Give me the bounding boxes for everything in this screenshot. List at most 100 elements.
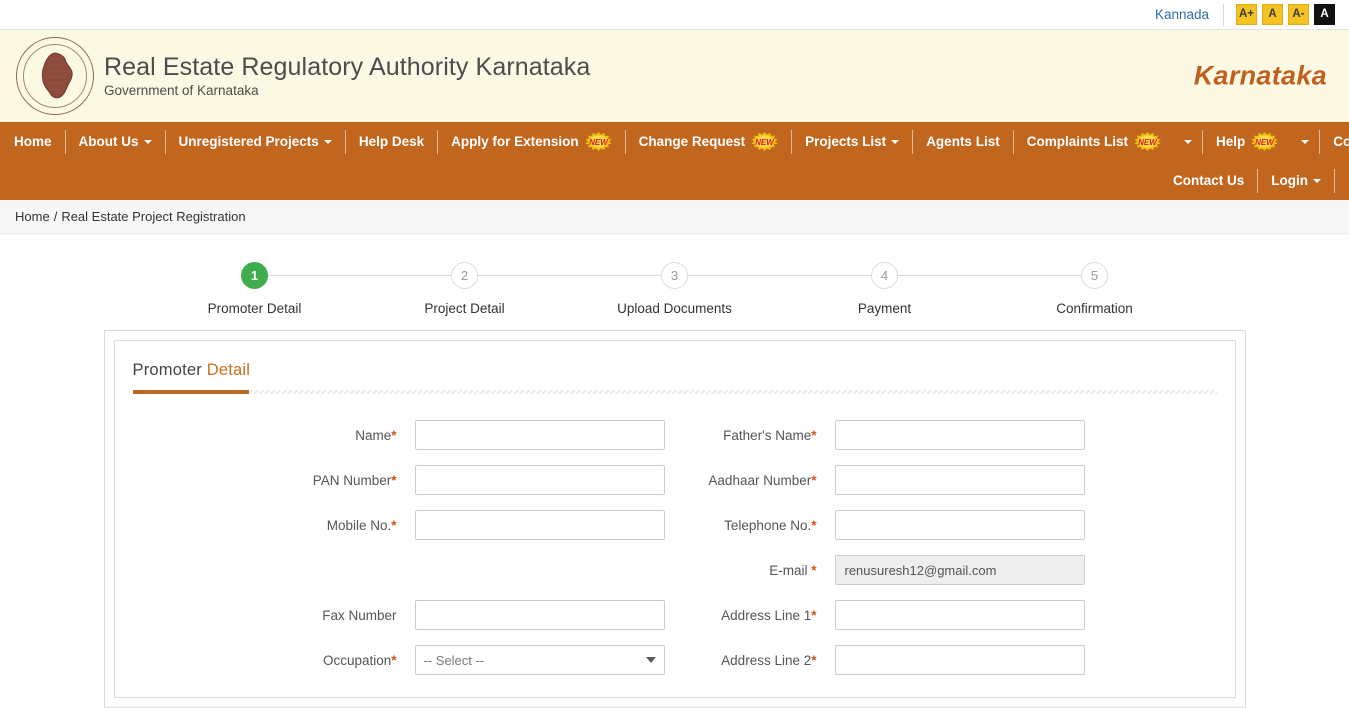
- email-field-label: E-mail *: [675, 563, 835, 578]
- pan-number-field[interactable]: [415, 465, 665, 495]
- fathers-name-field-row: Father's Name*: [675, 416, 1217, 454]
- fax-number-field-row: Fax Number: [133, 596, 675, 634]
- nav-item-label: Login: [1271, 173, 1308, 188]
- field-label-text: Aadhaar Number: [708, 473, 811, 488]
- nav-item-help-desk[interactable]: Help Desk: [346, 130, 438, 154]
- telephone-no-field-row: Telephone No.*: [675, 506, 1217, 544]
- site-subtitle: Government of Karnataka: [104, 83, 590, 98]
- nav-item-unregistered-projects[interactable]: Unregistered Projects: [166, 130, 346, 154]
- nav-item-projects-list[interactable]: Projects List: [792, 130, 913, 154]
- address-line-1-field-label: Address Line 1*: [675, 608, 835, 623]
- registration-stepper: 1 Promoter Detail 2Project Detail 3 Upload D…: [150, 262, 1200, 316]
- step-upload-documents[interactable]: 3 Upload Documents: [570, 262, 780, 316]
- step-promoter-detail[interactable]: 1 Promoter Detail: [150, 262, 360, 316]
- mobile-no-field-row: Mobile No.*: [133, 506, 675, 544]
- step-label: Payment: [858, 301, 911, 316]
- address-line-1-field[interactable]: [835, 600, 1085, 630]
- occupation-select-row: Occupation*-- Select --: [133, 641, 675, 679]
- address-line-1-field-row: Address Line 1*: [675, 596, 1217, 634]
- nav-item-contact-us[interactable]: Contact Us: [1173, 169, 1258, 193]
- occupation-select-label: Occupation*: [133, 653, 415, 668]
- nav-item-apply-for-extension[interactable]: Apply for ExtensionNEW: [438, 130, 626, 154]
- nav-dropdown-toggle-help[interactable]: [1291, 130, 1320, 154]
- mobile-no-field-label: Mobile No.*: [133, 518, 415, 533]
- panel-title-plain: Promoter: [133, 361, 202, 379]
- step-number-badge: 3: [661, 262, 688, 289]
- font-increase-button[interactable]: A+: [1236, 4, 1257, 25]
- promoter-detail-outer-card: Promoter Detail Name*Father's Name*PAN N…: [104, 330, 1246, 708]
- required-marker: *: [811, 428, 816, 443]
- step-payment[interactable]: 4 Payment: [780, 262, 990, 316]
- panel-title: Promoter Detail: [133, 361, 1217, 380]
- aadhaar-number-field[interactable]: [835, 465, 1085, 495]
- nav-item-change-request[interactable]: Change Request NEW: [626, 130, 793, 154]
- svg-text:NEW: NEW: [1138, 138, 1158, 147]
- nav-item-label: Help: [1216, 134, 1245, 149]
- nav-item-label: Projects List: [805, 134, 886, 149]
- field-label-text: E-mail: [769, 563, 811, 578]
- nav-item-complaints-list[interactable]: Complaints ListNEW: [1014, 130, 1174, 154]
- nav-item-label: Contact Us: [1173, 173, 1244, 188]
- step-number-badge: 2: [451, 262, 478, 289]
- new-badge-icon: NEW: [751, 132, 778, 151]
- nav-item-home[interactable]: Home: [14, 130, 66, 154]
- font-size-controls: A+AA-A: [1236, 4, 1335, 25]
- nav-item-label: About Us: [79, 134, 139, 149]
- state-label: Karnataka: [1194, 61, 1327, 92]
- chevron-down-icon: [891, 140, 899, 144]
- font-decrease-button[interactable]: A-: [1288, 4, 1309, 25]
- promoter-detail-form: Name*Father's Name*PAN Number*Aadhaar Nu…: [133, 416, 1217, 679]
- email-field-row: E-mail *: [675, 551, 1217, 589]
- required-marker: *: [391, 653, 396, 668]
- field-label-text: Name: [355, 428, 391, 443]
- nav-item-label: Change Request: [639, 134, 746, 149]
- step-project-detail[interactable]: 2Project Detail: [360, 262, 570, 316]
- name-field-label: Name*: [133, 428, 415, 443]
- svg-text:NEW: NEW: [589, 138, 609, 147]
- breadcrumb-home-link[interactable]: Home: [15, 209, 50, 224]
- chevron-down-icon: [1184, 140, 1192, 144]
- nav-dropdown-toggle-complaints-list[interactable]: [1174, 130, 1203, 154]
- font-normal-button[interactable]: A: [1262, 4, 1283, 25]
- language-kannada-link[interactable]: Kannada: [1155, 7, 1209, 22]
- aadhaar-number-field-row: Aadhaar Number*: [675, 461, 1217, 499]
- nav-item-about-us[interactable]: About Us: [66, 130, 166, 154]
- nav-item-login[interactable]: Login: [1258, 169, 1335, 193]
- form-card-wrap: Promoter Detail Name*Father's Name*PAN N…: [0, 330, 1349, 708]
- nav-item-label: Agents List: [926, 134, 1000, 149]
- step-number-badge: 5: [1081, 262, 1108, 289]
- email-field[interactable]: [835, 555, 1085, 585]
- chevron-down-icon: [1301, 140, 1309, 144]
- nav-item-help[interactable]: HelpNEW: [1203, 130, 1291, 154]
- step-number-badge: 4: [871, 262, 898, 289]
- nav-item-agents-list[interactable]: Agents List: [913, 130, 1014, 154]
- high-contrast-button[interactable]: A: [1314, 4, 1335, 25]
- address-line-2-field[interactable]: [835, 645, 1085, 675]
- aadhaar-number-field-label: Aadhaar Number*: [675, 473, 835, 488]
- required-marker: *: [811, 473, 816, 488]
- field-label-text: Fax Number: [322, 608, 396, 623]
- chevron-down-icon: [144, 140, 152, 144]
- fax-number-field[interactable]: [415, 600, 665, 630]
- occupation-select-wrap: -- Select --: [415, 645, 665, 675]
- nav-item-communication[interactable]: Communication: [1320, 130, 1349, 154]
- required-marker: *: [391, 518, 396, 533]
- mobile-no-field[interactable]: [415, 510, 665, 540]
- step-number-badge: 1: [241, 262, 268, 289]
- occupation-select[interactable]: -- Select --: [415, 645, 665, 675]
- telephone-no-field-label: Telephone No.*: [675, 518, 835, 533]
- step-label: Upload Documents: [617, 301, 732, 316]
- name-field[interactable]: [415, 420, 665, 450]
- step-confirmation[interactable]: 5Confirmation: [990, 262, 1200, 316]
- topbar-divider: [1223, 4, 1224, 26]
- registration-stepper-wrap: 1 Promoter Detail 2Project Detail 3 Upload D…: [0, 234, 1349, 316]
- field-label-text: Mobile No.: [327, 518, 392, 533]
- field-label-text: Address Line 2: [721, 653, 811, 668]
- new-badge-icon: NEW: [1134, 132, 1161, 151]
- step-label: Promoter Detail: [208, 301, 302, 316]
- required-marker: *: [391, 428, 396, 443]
- required-marker: *: [811, 518, 816, 533]
- fathers-name-field[interactable]: [835, 420, 1085, 450]
- required-marker: *: [811, 608, 816, 623]
- telephone-no-field[interactable]: [835, 510, 1085, 540]
